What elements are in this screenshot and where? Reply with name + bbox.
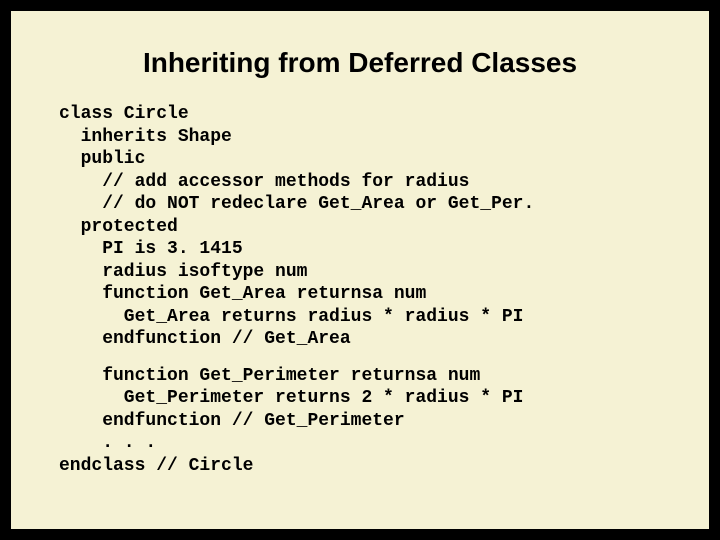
- slide-title: Inheriting from Deferred Classes: [47, 47, 673, 79]
- code-block-2: function Get_Perimeter returnsa num Get_…: [59, 365, 673, 478]
- code-block-1: class Circle inherits Shape public // ad…: [59, 103, 673, 351]
- slide-frame: Inheriting from Deferred Classes class C…: [9, 9, 711, 531]
